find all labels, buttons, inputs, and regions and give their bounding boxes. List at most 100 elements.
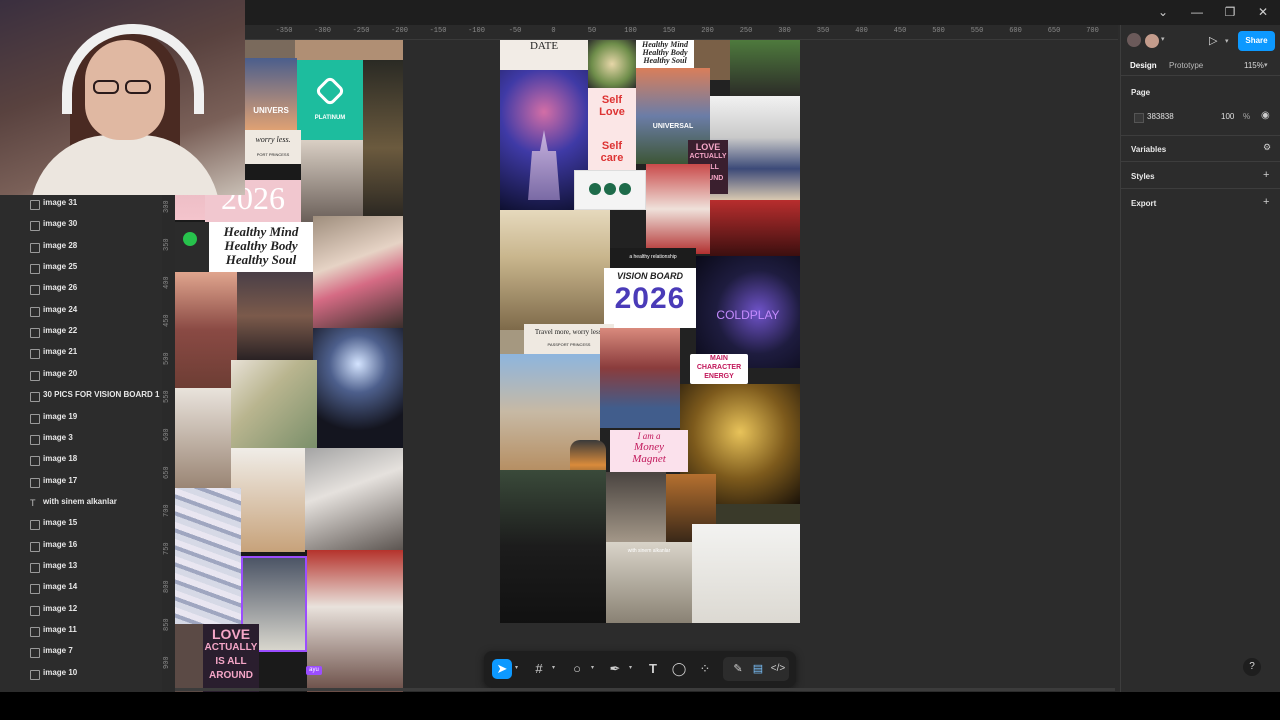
image-tile[interactable]	[710, 200, 800, 256]
chevron-down-icon[interactable]: ▾	[552, 664, 555, 671]
vision-board-frame-main[interactable]: DATE Healthy Mind Healthy Body Healthy S…	[500, 40, 800, 623]
share-button[interactable]: Share	[1238, 31, 1275, 51]
image-tile[interactable]	[175, 222, 209, 272]
image-tile[interactable]	[313, 216, 403, 328]
zoom-level[interactable]: 115%	[1244, 61, 1264, 70]
layer-row[interactable]: image 19	[0, 409, 162, 430]
image-tile[interactable]	[500, 330, 524, 354]
image-tile[interactable]	[716, 504, 800, 524]
maximize-icon[interactable]: ❐	[1221, 4, 1239, 20]
add-style-icon[interactable]: +	[1263, 169, 1269, 181]
layer-row[interactable]: image 12	[0, 601, 162, 622]
add-export-icon[interactable]: +	[1263, 196, 1269, 208]
image-tile-coldplay[interactable]: COLDPLAY	[696, 256, 800, 368]
comment-icon[interactable]: ◯	[669, 659, 689, 679]
image-tile[interactable]	[175, 272, 237, 388]
close-icon[interactable]: ✕	[1254, 4, 1272, 20]
avatar[interactable]	[1144, 33, 1160, 49]
image-tile-relationship[interactable]: a healthy relationship	[610, 248, 696, 270]
draw-icon[interactable]: ✎	[728, 659, 748, 679]
code-icon[interactable]: </>	[768, 659, 788, 679]
image-tile-healthy[interactable]: Healthy Mind Healthy Body Healthy Soul	[636, 40, 694, 68]
image-tile-vision-board[interactable]: VISION BOARD 2026	[604, 268, 696, 328]
image-tile[interactable]	[363, 60, 403, 236]
image-tile-quote[interactable]: worry less. PORT PRINCESS	[245, 130, 301, 164]
frame-icon[interactable]: #	[529, 659, 549, 679]
layer-row[interactable]: Twith sinem alkanlar	[0, 494, 162, 515]
chevron-down-icon[interactable]: ▾	[1264, 61, 1268, 69]
avatar[interactable]	[1127, 33, 1141, 47]
layer-row[interactable]: image 13	[0, 558, 162, 579]
image-tile[interactable]	[295, 40, 403, 62]
layer-row[interactable]: image 16	[0, 537, 162, 558]
eye-icon[interactable]: ◉	[1261, 110, 1270, 121]
image-tile[interactable]	[231, 360, 317, 448]
chevron-down-icon[interactable]: ▾	[629, 664, 632, 671]
image-tile-platinum[interactable]: PLATINUM	[297, 60, 363, 142]
page-color-value[interactable]: 383838	[1147, 112, 1174, 121]
tab-design[interactable]: Design	[1130, 61, 1157, 70]
image-tile[interactable]	[175, 624, 205, 692]
image-tile[interactable]	[730, 40, 800, 96]
move-icon[interactable]: ➤	[492, 659, 512, 679]
image-tile-room[interactable]	[500, 210, 610, 330]
play-icon[interactable]: ▷	[1209, 34, 1217, 47]
layer-row[interactable]: image 20	[0, 366, 162, 387]
layer-row[interactable]: image 18	[0, 451, 162, 472]
page-color-swatch[interactable]	[1134, 113, 1144, 123]
tab-prototype[interactable]: Prototype	[1169, 61, 1203, 70]
image-tile[interactable]	[305, 448, 403, 550]
chevron-down-icon[interactable]: ⌄	[1154, 4, 1172, 20]
image-tile[interactable]	[175, 388, 231, 488]
image-tile-main-character[interactable]: MAIN CHARACTER ENERGY	[690, 354, 748, 384]
pen-icon[interactable]: ✒	[605, 659, 625, 679]
layer-row[interactable]: image 14	[0, 579, 162, 600]
chevron-down-icon[interactable]: ▾	[1161, 35, 1165, 43]
dev-mode-icon[interactable]: ▤	[748, 659, 768, 679]
image-tile[interactable]	[175, 488, 241, 624]
layer-row[interactable]: image 10	[0, 665, 162, 686]
chevron-down-icon[interactable]: ▾	[515, 664, 518, 671]
image-tile[interactable]	[231, 448, 305, 552]
image-tile-love[interactable]: LOVE ACTUALLY IS ALL AROUND	[203, 624, 259, 692]
image-tile-car[interactable]	[500, 470, 606, 623]
image-tile[interactable]	[600, 328, 680, 428]
shape-icon[interactable]: ○	[567, 659, 587, 679]
image-tile[interactable]	[237, 272, 313, 360]
horizontal-scrollbar[interactable]	[175, 688, 1115, 691]
image-tile-card[interactable]	[574, 170, 646, 210]
layer-row[interactable]: image 26	[0, 280, 162, 301]
layer-row[interactable]: image 22	[0, 323, 162, 344]
layer-row[interactable]: image 7	[0, 643, 162, 664]
image-tile[interactable]	[313, 328, 403, 448]
layer-row[interactable]: image 15	[0, 515, 162, 536]
layer-row[interactable]: image 3	[0, 430, 162, 451]
image-tile[interactable]: UNIVERS	[245, 58, 297, 134]
image-tile-money[interactable]: I am a Money Magnet	[610, 430, 688, 472]
image-tile-date[interactable]: DATE	[500, 40, 588, 70]
variables-adjust-icon[interactable]: ⚙	[1263, 142, 1271, 153]
layer-row[interactable]: image 21	[0, 344, 162, 365]
image-tile[interactable]	[588, 40, 636, 88]
image-tile-shelf[interactable]: with sinem alkanlar	[606, 542, 692, 623]
image-tile-healthy[interactable]: Healthy Mind Healthy Body Healthy Soul	[209, 222, 313, 272]
layer-row[interactable]: image 11	[0, 622, 162, 643]
page-opacity-value[interactable]: 100	[1221, 112, 1234, 121]
image-tile[interactable]	[646, 164, 710, 254]
image-tile-self-love[interactable]: Self Love Self care	[588, 88, 636, 172]
layer-row[interactable]: 30 PICS FOR VISION BOARD 1	[0, 387, 162, 408]
chevron-down-icon[interactable]: ▾	[591, 664, 594, 671]
chevron-down-icon[interactable]: ▾	[1225, 37, 1229, 45]
image-tile[interactable]	[606, 472, 666, 542]
layer-row[interactable]: image 24	[0, 302, 162, 323]
layer-row[interactable]: image 28	[0, 238, 162, 259]
text-icon[interactable]: T	[643, 659, 663, 679]
layer-row[interactable]: image 31	[0, 195, 162, 216]
help-icon[interactable]: ?	[1243, 658, 1261, 676]
layer-row[interactable]: image 25	[0, 259, 162, 280]
layer-row[interactable]: image 17	[0, 473, 162, 494]
image-tile-kitchen[interactable]	[692, 524, 800, 623]
minimize-icon[interactable]: —	[1188, 4, 1206, 20]
layer-row[interactable]: image 30	[0, 216, 162, 237]
actions-icon[interactable]: ⁘	[695, 659, 715, 679]
